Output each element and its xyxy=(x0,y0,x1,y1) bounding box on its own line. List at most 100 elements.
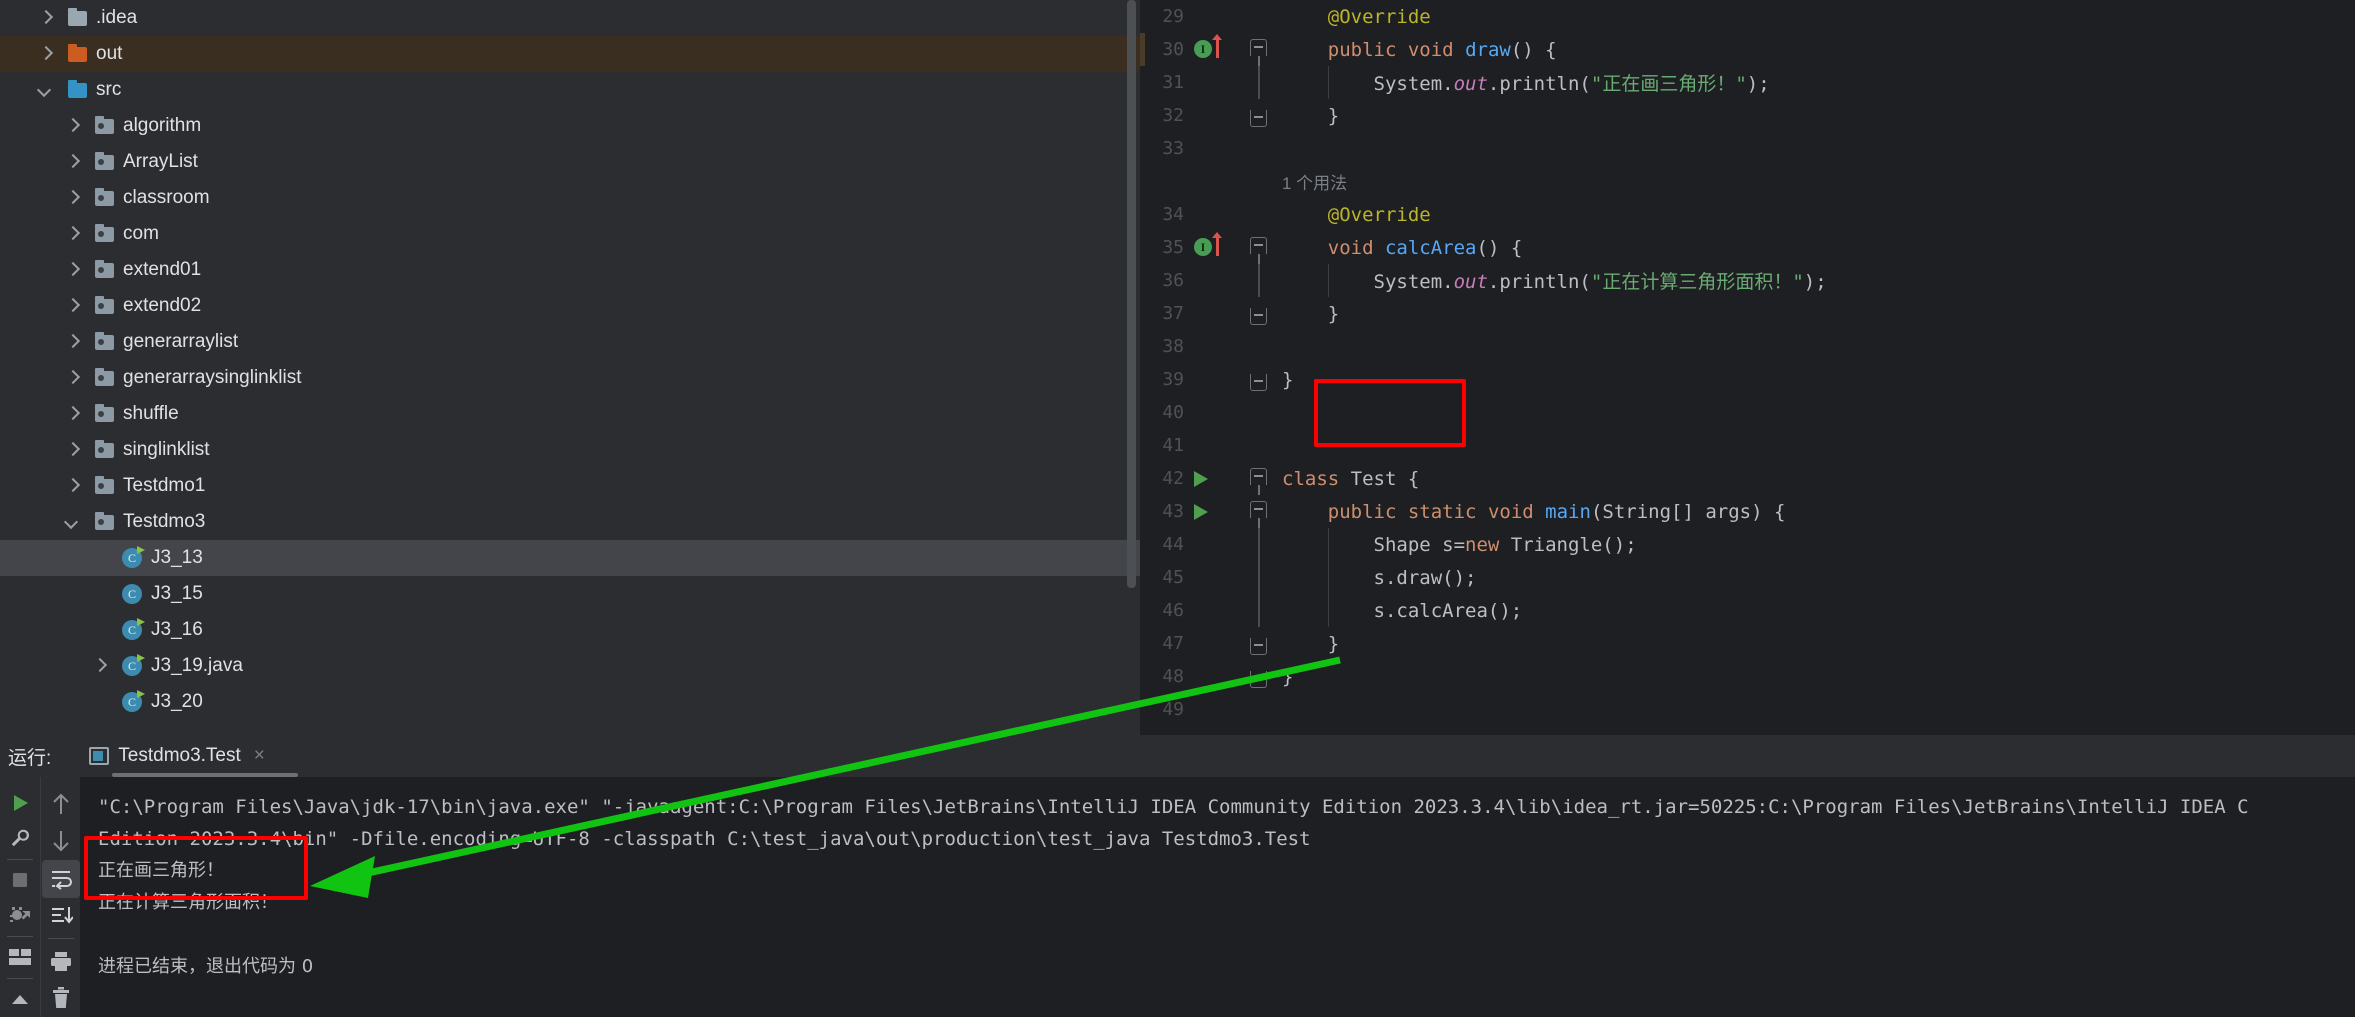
tree-item-shuffle[interactable]: shuffle xyxy=(0,396,1140,432)
close-icon[interactable]: × xyxy=(254,745,265,767)
tree-item-testdmo3[interactable]: Testdmo3 xyxy=(0,504,1140,540)
tree-item-extend02[interactable]: extend02 xyxy=(0,288,1140,324)
override-method-icon[interactable]: I xyxy=(1194,40,1212,58)
chevron-right-icon[interactable] xyxy=(61,259,83,281)
run-gutter-icon[interactable] xyxy=(1194,471,1208,487)
fold-expanded-icon[interactable] xyxy=(1250,39,1267,66)
code-editor[interactable]: 29 @Override 30 I public void draw() {31 S… xyxy=(1140,0,2355,735)
rerun-failed-tests-button[interactable] xyxy=(1,898,39,933)
fold-end-icon[interactable] xyxy=(1250,308,1267,325)
fold-column[interactable] xyxy=(1240,429,1282,462)
fold-column[interactable] xyxy=(1240,165,1282,198)
run-button[interactable] xyxy=(1,785,39,820)
project-tree-scrollbar[interactable] xyxy=(1127,0,1136,588)
fold-end-icon[interactable] xyxy=(1250,638,1267,655)
code-line[interactable]: 43 public static void main(String[] args… xyxy=(1140,495,2355,528)
overriding-arrow-icon[interactable] xyxy=(1212,232,1222,256)
fold-column[interactable] xyxy=(1240,693,1282,726)
fold-column[interactable] xyxy=(1240,330,1282,363)
chevron-right-icon[interactable] xyxy=(34,43,56,65)
tree-item-out[interactable]: out xyxy=(0,36,1140,72)
chevron-right-icon[interactable] xyxy=(61,187,83,209)
fold-expanded-icon[interactable] xyxy=(1250,501,1267,528)
code-line[interactable]: 31 System.out.println("正在画三角形！"); xyxy=(1140,66,2355,99)
fold-column[interactable] xyxy=(1240,363,1282,396)
tree-item-j3-20[interactable]: C J3_20 xyxy=(0,684,1140,720)
fold-end-icon[interactable] xyxy=(1250,374,1267,391)
tree-item-algorithm[interactable]: algorithm xyxy=(0,108,1140,144)
run-gutter-icon[interactable] xyxy=(1194,504,1208,520)
chevron-right-icon[interactable] xyxy=(61,403,83,425)
fold-column[interactable] xyxy=(1240,264,1282,297)
chevron-right-icon[interactable] xyxy=(61,295,83,317)
chevron-right-icon[interactable] xyxy=(61,115,83,137)
chevron-right-icon[interactable] xyxy=(61,151,83,173)
tree-item-j3-16[interactable]: C J3_16 xyxy=(0,612,1140,648)
code-line[interactable]: 46 s.calcArea(); xyxy=(1140,594,2355,627)
chevron-right-icon[interactable] xyxy=(61,475,83,497)
tree-item-testdmo1[interactable]: Testdmo1 xyxy=(0,468,1140,504)
fold-column[interactable] xyxy=(1240,0,1282,33)
tree-item-com[interactable]: com xyxy=(0,216,1140,252)
tree-item-j3-19-java[interactable]: C J3_19.java xyxy=(0,648,1140,684)
fold-column[interactable] xyxy=(1240,561,1282,594)
tree-item-arraylist[interactable]: ArrayList xyxy=(0,144,1140,180)
fold-column[interactable] xyxy=(1240,297,1282,330)
fold-column[interactable] xyxy=(1240,660,1282,693)
code-line[interactable]: 37 } xyxy=(1140,297,2355,330)
code-line[interactable]: 33 xyxy=(1140,132,2355,165)
tree-item-generarraysinglinklist[interactable]: generarraysinglinklist xyxy=(0,360,1140,396)
tree-item--idea[interactable]: .idea xyxy=(0,0,1140,36)
code-line[interactable]: 47 } xyxy=(1140,627,2355,660)
tree-item-singlinklist[interactable]: singlinklist xyxy=(0,432,1140,468)
tree-item-j3-15[interactable]: C J3_15 xyxy=(0,576,1140,612)
tree-item-generarraylist[interactable]: generarraylist xyxy=(0,324,1140,360)
soft-wrap-button[interactable] xyxy=(41,860,80,898)
code-line[interactable]: 49 xyxy=(1140,693,2355,726)
code-line[interactable]: 36 System.out.println("正在计算三角形面积！"); xyxy=(1140,264,2355,297)
overriding-arrow-icon[interactable] xyxy=(1212,34,1222,58)
settings-wrench-button[interactable] xyxy=(1,820,39,855)
project-tree-panel[interactable]: .idea out src algorithm ArrayList classroom co… xyxy=(0,0,1140,735)
tree-item-classroom[interactable]: classroom xyxy=(0,180,1140,216)
chevron-right-icon[interactable] xyxy=(61,439,83,461)
tree-item-extend01[interactable]: extend01 xyxy=(0,252,1140,288)
run-configuration-tab[interactable]: Testdmo3.Test × xyxy=(89,745,265,767)
code-line[interactable]: 1 个用法 xyxy=(1140,165,2355,198)
chevron-right-icon[interactable] xyxy=(61,367,83,389)
override-method-icon[interactable]: I xyxy=(1194,238,1212,256)
fold-column[interactable] xyxy=(1240,528,1282,561)
code-line[interactable]: 32 } xyxy=(1140,99,2355,132)
fold-column[interactable] xyxy=(1240,99,1282,132)
chevron-right-icon[interactable] xyxy=(61,331,83,353)
code-line[interactable]: 34 @Override xyxy=(1140,198,2355,231)
expand-caret-up-icon[interactable] xyxy=(1,982,39,1017)
tree-item-j3-13[interactable]: C J3_13 xyxy=(0,540,1140,576)
print-button[interactable] xyxy=(42,942,80,980)
fold-column[interactable] xyxy=(1240,627,1282,660)
console-output[interactable]: "C:\Program Files\Java\jdk-17\bin\java.e… xyxy=(80,777,2355,1017)
fold-end-icon[interactable] xyxy=(1250,110,1267,127)
scroll-to-end-button[interactable] xyxy=(42,898,80,936)
fold-column[interactable] xyxy=(1240,33,1282,66)
fold-column[interactable] xyxy=(1240,132,1282,165)
chevron-down-icon[interactable] xyxy=(34,79,56,101)
code-line[interactable]: 38 xyxy=(1140,330,2355,363)
fold-end-icon[interactable] xyxy=(1250,671,1267,688)
fold-expanded-icon[interactable] xyxy=(1250,468,1267,495)
fold-column[interactable] xyxy=(1240,198,1282,231)
chevron-right-icon[interactable] xyxy=(34,7,56,29)
fold-column[interactable] xyxy=(1240,594,1282,627)
code-line[interactable]: 44 Shape s=new Triangle(); xyxy=(1140,528,2355,561)
fold-column[interactable] xyxy=(1240,66,1282,99)
tree-item-src[interactable]: src xyxy=(0,72,1140,108)
fold-column[interactable] xyxy=(1240,462,1282,495)
chevron-right-icon[interactable] xyxy=(61,223,83,245)
scroll-up-arrow-icon[interactable] xyxy=(42,785,80,823)
scroll-down-arrow-icon[interactable] xyxy=(42,823,80,861)
usage-inlay-hint[interactable]: 1 个用法 xyxy=(1282,174,1347,193)
stop-button[interactable] xyxy=(1,862,39,897)
chevron-right-icon[interactable] xyxy=(88,655,110,677)
code-line[interactable]: 29 @Override xyxy=(1140,0,2355,33)
code-line[interactable]: 42 class Test { xyxy=(1140,462,2355,495)
